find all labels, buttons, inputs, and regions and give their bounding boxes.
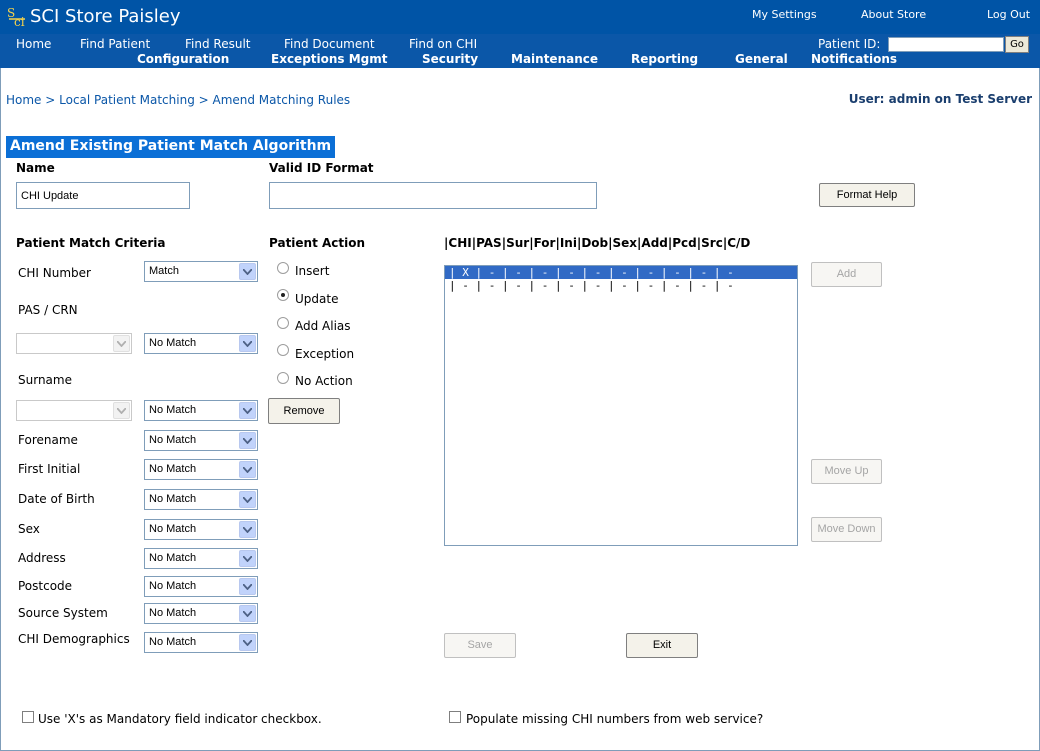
chi-number-label: CHI Number: [18, 266, 91, 280]
pas-crn-select[interactable]: No Match: [144, 333, 258, 354]
chi-demographics-select[interactable]: No Match: [144, 632, 258, 653]
chi-number-select[interactable]: Match: [144, 261, 258, 282]
nav-find-result[interactable]: Find Result: [185, 37, 250, 51]
surname-type-select: [16, 400, 132, 421]
nav-general[interactable]: General: [735, 52, 788, 66]
date-of-birth-label: Date of Birth: [18, 492, 95, 506]
nav-reporting[interactable]: Reporting: [631, 52, 698, 66]
sci-logo-icon: S ci: [7, 6, 25, 28]
user-info: User: admin on Test Server: [848, 92, 1032, 106]
chevron-down-icon: [239, 605, 256, 622]
breadcrumb[interactable]: Home > Local Patient Matching > Amend Ma…: [6, 93, 350, 107]
save-button[interactable]: Save: [444, 633, 516, 658]
nav-security[interactable]: Security: [422, 52, 478, 66]
main-nav: Home Find Patient Find Result Find Docum…: [0, 34, 1040, 68]
mandatory-indicator-checkbox[interactable]: [22, 711, 34, 723]
forename-select[interactable]: No Match: [144, 430, 258, 451]
about-store-link[interactable]: About Store: [861, 8, 926, 21]
pas-crn-type-select: [16, 333, 132, 354]
populate-chi-label: Populate missing CHI numbers from web se…: [466, 712, 764, 726]
chevron-down-icon: [239, 263, 256, 280]
chevron-down-icon: [239, 461, 256, 478]
add-alias-label: Add Alias: [295, 319, 351, 333]
surname-select[interactable]: No Match: [144, 400, 258, 421]
nav-notifications[interactable]: Notifications: [811, 52, 897, 66]
nav-find-patient[interactable]: Find Patient: [80, 37, 150, 51]
surname-label: Surname: [18, 373, 72, 387]
name-label: Name: [16, 161, 55, 175]
chevron-down-icon: [113, 335, 130, 352]
move-down-button[interactable]: Move Down: [811, 517, 882, 542]
app-title: SCI Store Paisley: [30, 6, 181, 27]
source-system-select[interactable]: No Match: [144, 603, 258, 624]
nav-home[interactable]: Home: [16, 37, 51, 51]
log-out-link[interactable]: Log Out: [987, 8, 1030, 21]
valid-id-format-label: Valid ID Format: [269, 161, 374, 175]
chevron-down-icon: [239, 432, 256, 449]
format-help-button[interactable]: Format Help: [819, 183, 915, 207]
patient-action-header: Patient Action: [269, 236, 366, 250]
exit-button[interactable]: Exit: [626, 633, 698, 658]
valid-id-format-input[interactable]: [269, 182, 597, 209]
update-radio[interactable]: [277, 289, 289, 301]
svg-text:ci: ci: [14, 15, 25, 28]
address-label: Address: [18, 551, 66, 565]
add-alias-radio[interactable]: [277, 317, 289, 329]
chevron-down-icon: [113, 402, 130, 419]
nav-configuration[interactable]: Configuration: [137, 52, 229, 66]
no-action-radio[interactable]: [277, 372, 289, 384]
rule-row[interactable]: | - | - | - | - | - | - | - | - | - | - …: [445, 279, 797, 292]
first-initial-label: First Initial: [18, 462, 81, 476]
nav-maintenance[interactable]: Maintenance: [511, 52, 598, 66]
date-of-birth-select[interactable]: No Match: [144, 489, 258, 510]
move-up-button[interactable]: Move Up: [811, 459, 882, 484]
populate-chi-checkbox[interactable]: [449, 711, 461, 723]
postcode-select[interactable]: No Match: [144, 576, 258, 597]
chi-demographics-label: CHI Demographics: [18, 632, 130, 646]
sex-label: Sex: [18, 522, 40, 536]
chevron-down-icon: [239, 521, 256, 538]
exception-label: Exception: [295, 347, 355, 361]
update-label: Update: [295, 292, 339, 306]
chevron-down-icon: [239, 634, 256, 651]
secondary-nav: Configuration Exceptions Mgmt Security M…: [0, 51, 1040, 68]
patient-id-input[interactable]: [888, 37, 1004, 52]
my-settings-link[interactable]: My Settings: [752, 8, 817, 21]
match-criteria-header: Patient Match Criteria: [16, 236, 166, 250]
no-action-label: No Action: [295, 374, 353, 388]
name-input[interactable]: [16, 182, 190, 209]
top-header: S ci SCI Store Paisley My Settings About…: [0, 0, 1040, 34]
sex-select[interactable]: No Match: [144, 519, 258, 540]
exception-radio[interactable]: [277, 344, 289, 356]
section-title: Amend Existing Patient Match Algorithm: [6, 136, 336, 158]
insert-label: Insert: [295, 264, 330, 278]
mandatory-indicator-label: Use 'X's as Mandatory field indicator ch…: [38, 712, 322, 726]
source-system-label: Source System: [18, 606, 108, 620]
rule-columns-header: |CHI|PAS|Sur|For|Ini|Dob|Sex|Add|Pcd|Src…: [444, 236, 751, 250]
address-select[interactable]: No Match: [144, 548, 258, 569]
chevron-down-icon: [239, 578, 256, 595]
rule-row[interactable]: | X | - | - | - | - | - | - | - | - | - …: [445, 266, 797, 279]
chevron-down-icon: [239, 491, 256, 508]
rules-listbox[interactable]: | X | - | - | - | - | - | - | - | - | - …: [444, 265, 798, 546]
remove-button[interactable]: Remove: [268, 398, 340, 424]
nav-find-document[interactable]: Find Document: [284, 37, 375, 51]
chevron-down-icon: [239, 402, 256, 419]
forename-label: Forename: [18, 433, 78, 447]
nav-exceptions-mgmt[interactable]: Exceptions Mgmt: [271, 52, 388, 66]
breadcrumb-row: Home > Local Patient Matching > Amend Ma…: [0, 90, 1040, 110]
insert-radio[interactable]: [277, 262, 289, 274]
chevron-down-icon: [239, 335, 256, 352]
first-initial-select[interactable]: No Match: [144, 459, 258, 480]
nav-find-on-chi[interactable]: Find on CHI: [409, 37, 477, 51]
add-button[interactable]: Add: [811, 262, 882, 287]
chevron-down-icon: [239, 550, 256, 567]
patient-id-label: Patient ID:: [818, 37, 881, 51]
pas-crn-label: PAS / CRN: [18, 303, 78, 317]
primary-nav: Home Find Patient Find Result Find Docum…: [0, 34, 1040, 53]
postcode-label: Postcode: [18, 579, 73, 593]
